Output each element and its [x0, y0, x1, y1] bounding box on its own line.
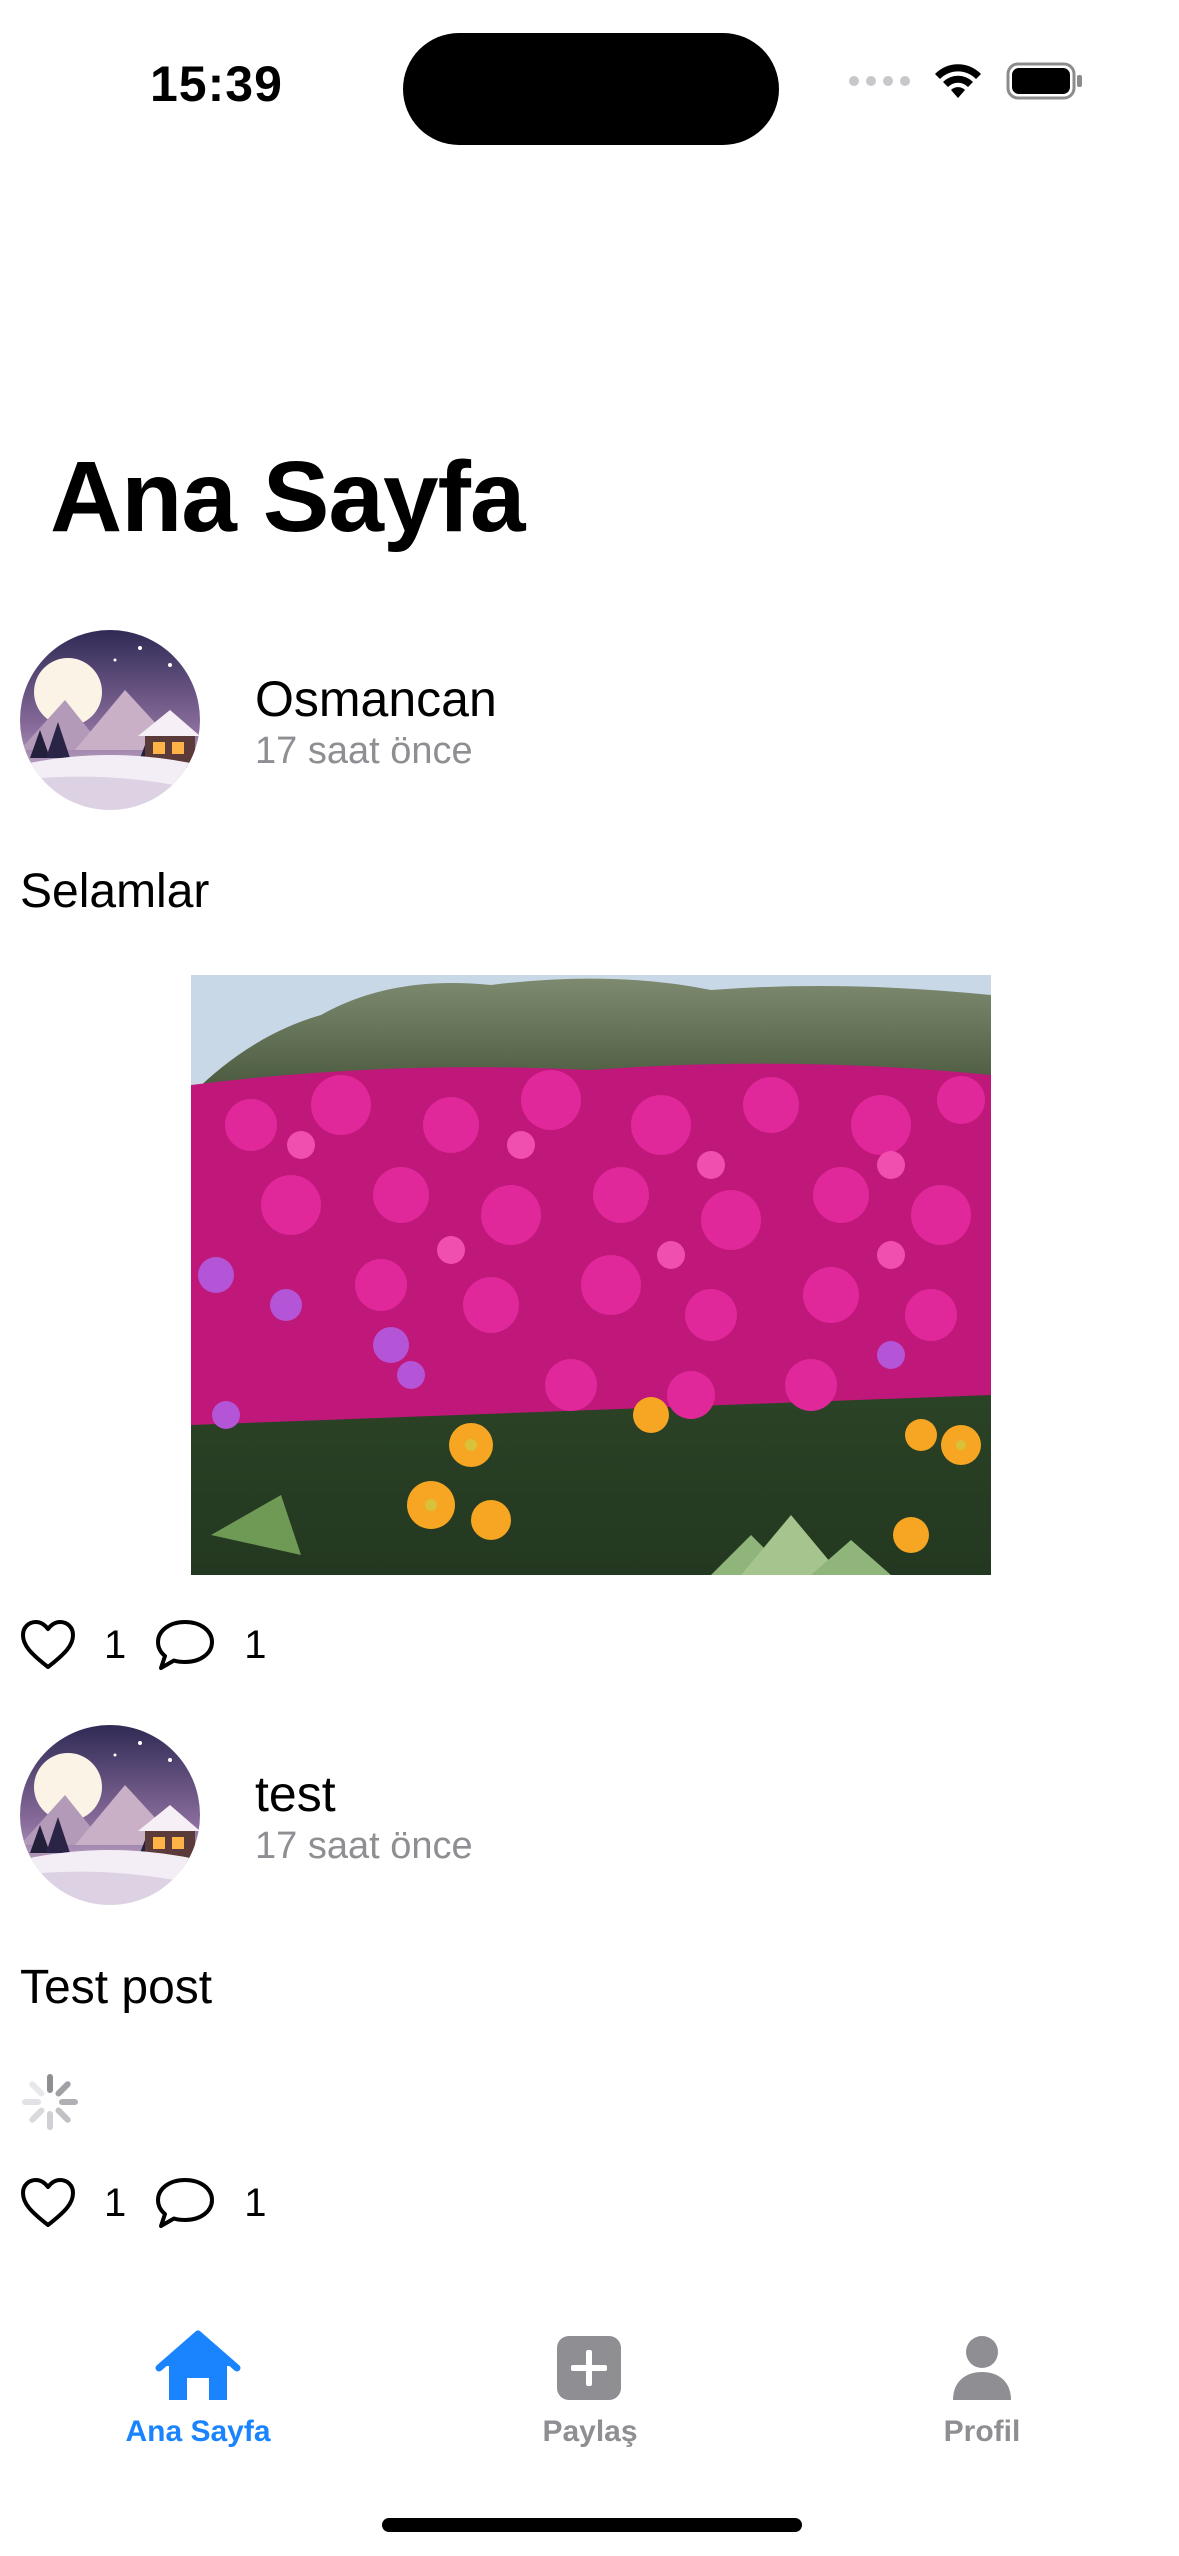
avatar[interactable] — [20, 630, 200, 810]
wifi-icon — [935, 64, 981, 98]
tab-label: Profil — [943, 2415, 1021, 2448]
post-author[interactable]: test — [255, 1765, 336, 1823]
tab-profile[interactable]: Profil — [862, 2330, 1102, 2449]
status-time: 15:39 — [150, 56, 283, 112]
plus-square-icon — [557, 2336, 621, 2400]
tab-home[interactable]: Ana Sayfa — [78, 2330, 318, 2449]
post-text: Test post — [20, 1961, 213, 2014]
post-timestamp: 17 saat önce — [255, 730, 473, 772]
status-indicators — [849, 62, 1084, 100]
loading-spinner-icon — [22, 2074, 78, 2130]
house-icon — [155, 2330, 241, 2400]
tab-label: Paylaş — [542, 2415, 638, 2448]
post-actions: 1 1 — [20, 1618, 295, 1672]
tab-share[interactable]: Paylaş — [470, 2330, 710, 2449]
person-icon — [953, 2336, 1011, 2400]
home-indicator — [382, 2518, 802, 2532]
avatar[interactable] — [20, 1725, 200, 1905]
winter-cabin-avatar-image — [20, 1725, 200, 1905]
winter-cabin-avatar-image — [20, 630, 200, 810]
battery-icon — [1006, 62, 1082, 100]
post-text: Selamlar — [20, 865, 210, 918]
like-count: 1 — [104, 1622, 127, 1667]
post-timestamp: 17 saat önce — [255, 1825, 473, 1867]
heart-icon[interactable] — [20, 2177, 76, 2229]
tab-label: Ana Sayfa — [125, 2415, 271, 2448]
dynamic-island — [403, 33, 779, 145]
post-author[interactable]: Osmancan — [255, 670, 497, 728]
tab-bar: Ana Sayfa Paylaş Profil — [0, 2300, 1179, 2450]
post-actions: 1 1 — [20, 2176, 295, 2230]
comment-icon[interactable] — [154, 2176, 216, 2230]
comment-count: 1 — [244, 2180, 267, 2225]
page-title: Ana Sayfa — [50, 441, 526, 553]
flower-field-image — [191, 975, 991, 1575]
like-count: 1 — [104, 2180, 127, 2225]
cellular-signal-icon — [849, 76, 910, 86]
post-image[interactable] — [191, 975, 991, 1575]
comment-icon[interactable] — [154, 1618, 216, 1672]
heart-icon[interactable] — [20, 1619, 76, 1671]
comment-count: 1 — [244, 1622, 267, 1667]
